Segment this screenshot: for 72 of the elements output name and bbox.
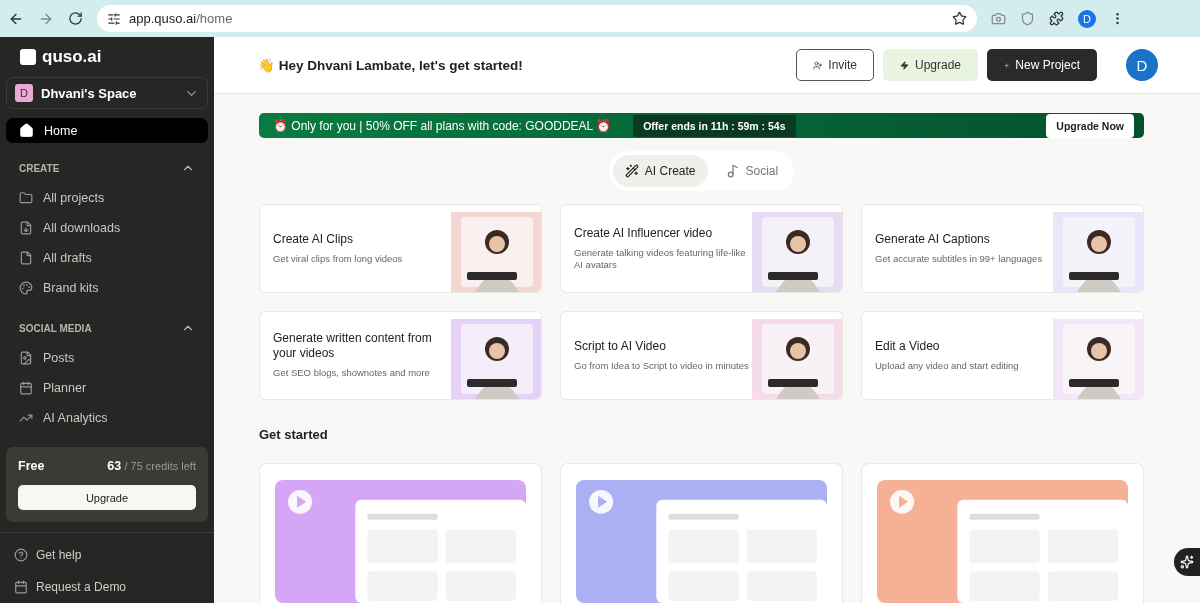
lightning-icon: [900, 58, 909, 72]
tool-card[interactable]: Create AI Clips Get viral clips from long videos: [259, 204, 542, 293]
folder-icon: [19, 191, 33, 205]
section-title: CREATE: [19, 162, 60, 174]
music-note-icon: [725, 164, 740, 178]
card-description: Get SEO blogs, shownotes and more: [273, 367, 431, 380]
camera-icon[interactable]: [991, 11, 1006, 26]
address-bar[interactable]: app.quso.ai/home: [97, 5, 977, 32]
calendar-icon: [19, 381, 33, 395]
logo-text: quso.ai: [42, 47, 102, 67]
promo-text: ⏰ Only for you | 50% OFF all plans with code: GOODDEAL ⏰: [273, 118, 612, 133]
sidebar-item[interactable]: All downloads: [6, 213, 208, 243]
magic-wand-icon: [624, 164, 639, 178]
greeting: 👋 Hey Dhvani Lambate, let's get started!: [258, 57, 524, 73]
file-icon: [19, 251, 33, 265]
workspace-initial: D: [15, 84, 33, 102]
download-icon: [19, 221, 33, 235]
section-title: SOCIAL MEDIA: [19, 322, 92, 334]
card-description: Go from Idea to Script to video in minutes: [574, 359, 750, 373]
palette-icon: [19, 281, 33, 295]
credits-text: 63 / 75 credits left: [107, 459, 196, 473]
upgrade-now-button[interactable]: Upgrade Now: [1046, 113, 1134, 138]
workspace-selector[interactable]: D Dhvani's Space: [6, 77, 208, 109]
tool-card[interactable]: Create AI Influencer video Generate talking videos featuring life-like AI avatars: [560, 204, 843, 293]
sparkle-icon: [1180, 555, 1194, 569]
extensions-icon[interactable]: [1049, 11, 1064, 26]
card-title: Generate AI Captions: [875, 231, 991, 247]
image-file-icon: [19, 351, 33, 365]
card-description: Upload any video and start editing: [875, 359, 1020, 373]
card-title: Create AI Influencer video: [574, 225, 714, 241]
new-project-button[interactable]: New Project: [987, 49, 1097, 81]
sidebar-item[interactable]: Brand kits: [6, 273, 208, 303]
calendar-icon: [14, 580, 28, 594]
home-nav-item[interactable]: Home: [6, 118, 208, 143]
assistant-button[interactable]: [1174, 548, 1200, 576]
logo-icon: [20, 49, 36, 65]
reload-icon[interactable]: [68, 11, 83, 26]
upgrade-button[interactable]: Upgrade: [883, 49, 978, 81]
invite-button[interactable]: Invite: [796, 49, 874, 81]
bookmark-star-icon[interactable]: [952, 11, 967, 26]
help-icon: [14, 548, 28, 562]
card-title: Script to AI Video: [574, 338, 667, 354]
tool-card[interactable]: Generate written content from your videos Get SEO blogs, shownotes and more: [259, 311, 542, 400]
sidebar-item[interactable]: Planner: [6, 373, 208, 403]
card-description: Generate talking videos featuring life-like AI avatars: [574, 246, 747, 272]
tool-card[interactable]: Script to AI Video Go from Idea to Script to video in minutes: [560, 311, 843, 400]
home-icon: [19, 123, 34, 138]
sidebar-item[interactable]: Posts: [6, 343, 208, 373]
card-title: Edit a Video: [875, 338, 941, 354]
card-title: Create AI Clips: [273, 231, 355, 247]
url-text: app.quso.ai/home: [129, 11, 233, 26]
plan-name: Free: [18, 459, 45, 473]
sidebar-item[interactable]: AI Analytics: [6, 403, 208, 433]
footer-link[interactable]: Request a Demo: [6, 571, 208, 603]
offer-timer: Offer ends in 11h : 59m : 54s: [633, 114, 796, 137]
user-avatar[interactable]: D: [1126, 49, 1158, 81]
tool-card[interactable]: Edit a Video Upload any video and start editing: [861, 311, 1144, 400]
section-heading: Get started: [259, 427, 329, 442]
tab[interactable]: Social: [713, 155, 791, 187]
upgrade-button[interactable]: Upgrade: [18, 485, 196, 510]
profile-avatar[interactable]: D: [1078, 9, 1096, 28]
sidebar-item[interactable]: All drafts: [6, 243, 208, 273]
shield-icon[interactable]: [1020, 11, 1035, 26]
add-user-icon: [813, 58, 823, 72]
tool-card[interactable]: Generate AI Captions Get accurate subtitles in 99+ languages: [861, 204, 1144, 293]
footer-link[interactable]: Get help: [6, 539, 208, 571]
card-title: Generate written content from your videos: [273, 331, 433, 362]
sidebar-item[interactable]: All projects: [6, 183, 208, 213]
tab[interactable]: AI Create: [612, 155, 708, 187]
card-description: Get viral clips from long videos: [273, 252, 404, 266]
card-description: Get accurate subtitles in 99+ languages: [875, 252, 1044, 266]
site-settings-icon[interactable]: [107, 11, 121, 26]
